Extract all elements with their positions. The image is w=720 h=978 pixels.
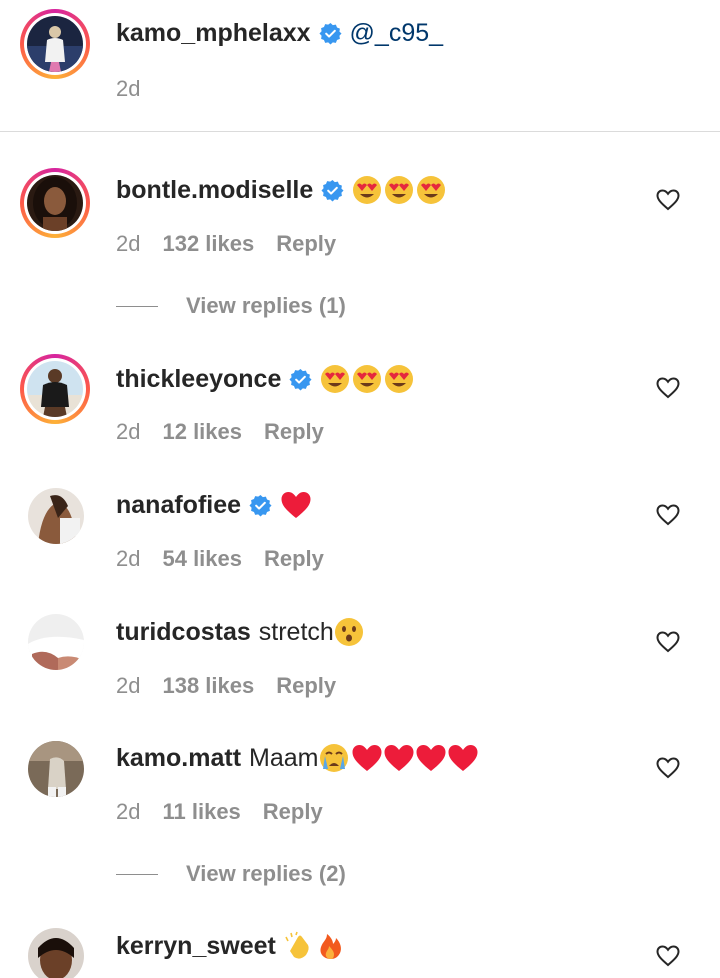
comment-age: 2d (116, 546, 141, 571)
comment-line: turidcostas stretch 😯 (116, 617, 364, 647)
avatar-photo (28, 741, 84, 797)
verified-icon (289, 368, 312, 391)
comment-username[interactable]: bontle.modiselle (116, 175, 313, 205)
avatar-photo (27, 175, 83, 231)
view-replies-label: View replies (1) (186, 293, 346, 318)
comment-line: thickleeyonce 😍😍😍 (116, 364, 416, 394)
comment-avatar[interactable] (20, 354, 90, 424)
comment-meta: 2d 138 likes Reply (116, 673, 336, 699)
verified-icon (321, 179, 344, 202)
comment-avatar[interactable] (20, 168, 90, 238)
comment-emoji-clap-fire (284, 931, 346, 961)
verified-icon (249, 494, 272, 517)
avatar-photo (28, 614, 84, 670)
comment-likes[interactable]: 138 likes (162, 673, 254, 699)
comment-line: nanafofiee ❤️ (116, 490, 312, 520)
comment-emoji-heart-eyes (352, 175, 448, 205)
comment-meta: 2d 11 likes Reply (116, 799, 323, 825)
caption-avatar[interactable] (20, 9, 90, 79)
comment-avatar[interactable] (28, 614, 84, 670)
comment-username[interactable]: turidcostas (116, 617, 251, 647)
post-caption: kamo_mphelaxx @_c95_ 2d (0, 0, 720, 132)
comment-emoji-red-heart (280, 490, 312, 520)
comment-likes[interactable]: 12 likes (162, 419, 242, 445)
comment-avatar[interactable] (28, 488, 84, 544)
caption-line: kamo_mphelaxx @_c95_ (116, 18, 443, 48)
like-heart-icon[interactable] (656, 631, 680, 653)
avatar-photo (27, 16, 83, 72)
comment-username[interactable]: thickleeyonce (116, 364, 281, 394)
view-replies-button[interactable]: View replies (1) (116, 293, 346, 319)
comment-likes[interactable]: 132 likes (162, 231, 254, 257)
caption-mention[interactable]: @_c95_ (350, 18, 444, 48)
like-heart-icon[interactable] (656, 945, 680, 967)
comment-meta: 2d 132 likes Reply (116, 231, 336, 257)
reply-button[interactable]: Reply (276, 231, 336, 257)
comment-emoji-crying-hearts (319, 743, 479, 773)
comment-age: 2d (116, 419, 141, 444)
comment-text: stretch (258, 618, 334, 646)
comment-meta: 2d 54 likes Reply (116, 546, 324, 572)
comment-likes[interactable]: 11 likes (162, 799, 240, 825)
comment-avatar[interactable] (28, 741, 84, 797)
comment-age: 2d (116, 799, 141, 824)
comment-line: kerryn_sweet 👏🔥 (116, 931, 346, 961)
caption-username[interactable]: kamo_mphelaxx (116, 18, 311, 48)
view-replies-button[interactable]: View replies (2) (116, 861, 346, 887)
comment-emoji-hushed-face (334, 617, 364, 647)
comment-line: kamo.matt Maam 😭❤️❤️❤️❤️ (116, 743, 479, 773)
comment-age: 2d (116, 231, 141, 256)
like-heart-icon[interactable] (656, 504, 680, 526)
comment-username[interactable]: kerryn_sweet (116, 931, 276, 961)
comment-meta: 2d 12 likes Reply (116, 419, 324, 445)
avatar-photo (27, 361, 83, 417)
comment-username[interactable]: nanafofiee (116, 490, 241, 520)
avatar-photo (28, 488, 84, 544)
comment-likes[interactable]: 54 likes (162, 546, 242, 572)
like-heart-icon[interactable] (656, 189, 680, 211)
verified-icon (319, 22, 342, 45)
view-replies-dash (116, 873, 158, 875)
comment-text: Maam (249, 744, 319, 772)
view-replies-label: View replies (2) (186, 861, 346, 886)
comment-username[interactable]: kamo.matt (116, 743, 241, 773)
comments-page: kamo_mphelaxx @_c95_ 2d bontle.modiselle (0, 0, 720, 978)
view-replies-dash (116, 305, 158, 307)
like-heart-icon[interactable] (656, 757, 680, 779)
comment-age: 2d (116, 673, 141, 698)
reply-button[interactable]: Reply (263, 799, 323, 825)
like-heart-icon[interactable] (656, 377, 680, 399)
caption-divider (0, 131, 720, 132)
caption-meta: 2d (116, 76, 140, 102)
comment-avatar[interactable] (28, 928, 84, 978)
comment-line: bontle.modiselle 😍😍😍 (116, 175, 448, 205)
avatar-photo (28, 928, 84, 978)
reply-button[interactable]: Reply (264, 546, 324, 572)
reply-button[interactable]: Reply (264, 419, 324, 445)
caption-age: 2d (116, 76, 141, 101)
reply-button[interactable]: Reply (276, 673, 336, 699)
comment-emoji-heart-eyes (320, 364, 416, 394)
